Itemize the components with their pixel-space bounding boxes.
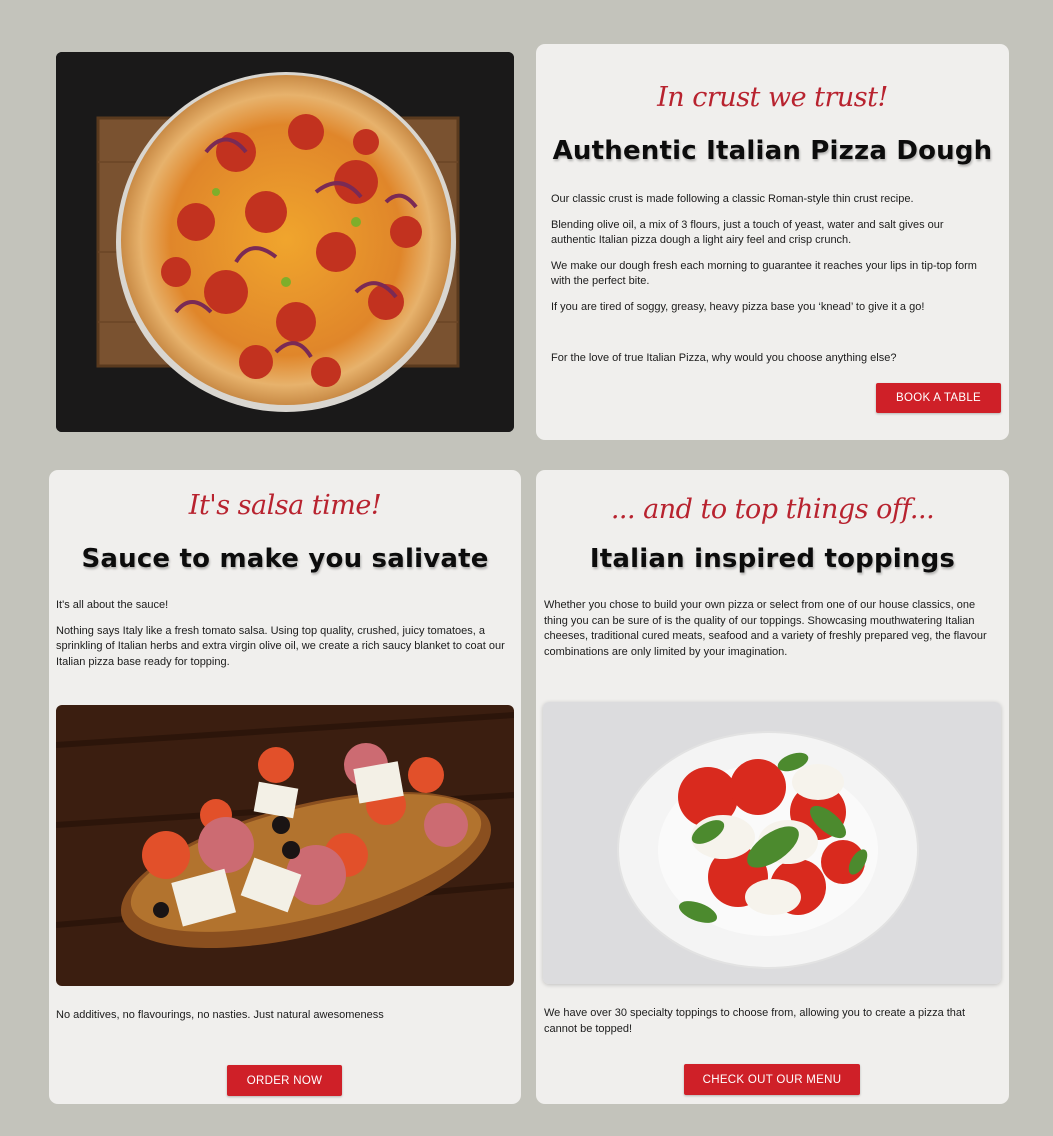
- book-table-button[interactable]: BOOK A TABLE: [876, 383, 1001, 413]
- order-now-button[interactable]: ORDER NOW: [227, 1065, 342, 1096]
- dough-body: Our classic crust is made following a cl…: [551, 192, 991, 325]
- dough-paragraph: Our classic crust is made following a cl…: [551, 193, 914, 205]
- toppings-title: Italian inspired toppings: [589, 544, 956, 574]
- dough-paragraph: We make our dough fresh each morning to …: [551, 259, 977, 288]
- dough-paragraph: If you are tired of soggy, greasy, heavy…: [551, 300, 925, 313]
- sauce-footer: No additives, no flavourings, no nasties…: [56, 1009, 384, 1021]
- salsa-photo: [56, 705, 514, 986]
- sauce-paragraph: It's all about the sauce!: [56, 599, 169, 611]
- toppings-body: Whether you chose to build your own pizz…: [544, 598, 999, 670]
- dough-closing: For the love of true Italian Pizza, why …: [551, 352, 897, 364]
- toppings-paragraph: Whether you chose to build your own pizz…: [544, 599, 987, 658]
- sauce-paragraph: Nothing says Italy like a fresh tomato s…: [56, 624, 505, 668]
- sauce-title: Sauce to make you salivate: [81, 544, 489, 574]
- pizza-photo: [56, 52, 514, 432]
- dough-card: In crust we trust! Authentic Italian Piz…: [536, 44, 1009, 440]
- check-menu-button[interactable]: CHECK OUT OUR MENU: [684, 1064, 860, 1095]
- sauce-tagline: It's salsa time!: [188, 490, 382, 521]
- dough-paragraph: Blending olive oil, a mix of 3 flours, j…: [551, 218, 944, 247]
- toppings-footer: We have over 30 specialty toppings to ch…: [544, 1007, 966, 1035]
- caprese-photo: [543, 702, 1001, 984]
- sauce-body: It's all about the sauce! Nothing says I…: [56, 598, 511, 680]
- sauce-card: It's salsa time! Sauce to make you saliv…: [49, 470, 521, 1104]
- toppings-tagline: ... and to top things off...: [610, 494, 935, 525]
- toppings-card: ... and to top things off... Italian ins…: [536, 470, 1009, 1104]
- dough-tagline: In crust we trust!: [657, 82, 888, 113]
- dough-title: Authentic Italian Pizza Dough: [552, 136, 993, 166]
